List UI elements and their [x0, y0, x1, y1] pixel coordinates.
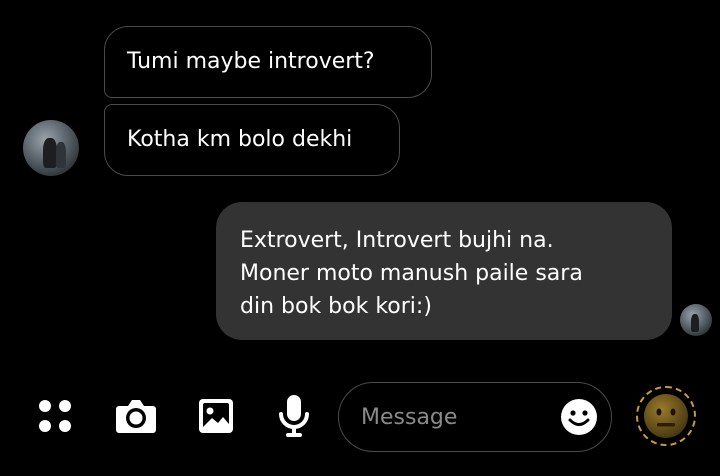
- microphone-icon: [279, 395, 309, 437]
- gallery-icon: [199, 399, 233, 433]
- emoji-button[interactable]: [559, 397, 599, 437]
- message-line: Extrovert, Introvert bujhi na.: [240, 228, 554, 253]
- incoming-message[interactable]: Kotha km bolo dekhi: [104, 104, 400, 176]
- camera-button[interactable]: [108, 388, 164, 444]
- apps-button[interactable]: [27, 388, 83, 444]
- message-input[interactable]: Message: [338, 382, 612, 452]
- quick-reaction-button[interactable]: [636, 386, 696, 446]
- camera-icon: [116, 400, 156, 433]
- message-placeholder: Message: [361, 404, 458, 430]
- message-text: Kotha km bolo dekhi: [127, 127, 353, 152]
- incoming-message[interactable]: Tumi maybe introvert?: [104, 26, 432, 98]
- contact-avatar[interactable]: [23, 120, 79, 176]
- message-line: din bok bok kori:): [240, 294, 432, 319]
- seen-avatar: [680, 304, 712, 336]
- neutral-face-emoji-icon: [644, 394, 688, 438]
- gallery-button[interactable]: [188, 388, 244, 444]
- microphone-button[interactable]: [266, 388, 322, 444]
- message-text: Tumi maybe introvert?: [127, 49, 375, 74]
- apps-icon: [39, 400, 71, 432]
- outgoing-message[interactable]: Extrovert, Introvert bujhi na. Moner mot…: [216, 202, 672, 340]
- emoji-icon: [561, 399, 597, 435]
- message-line: Moner moto manush paile sara: [240, 261, 583, 286]
